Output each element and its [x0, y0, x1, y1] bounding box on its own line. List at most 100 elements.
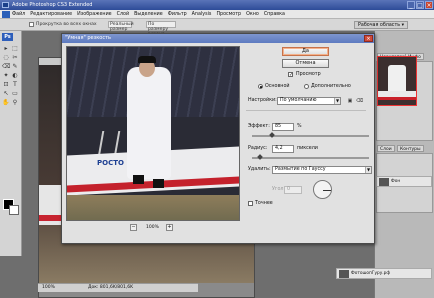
preview-person: [127, 67, 171, 179]
tab-paths[interactable]: Контуры: [397, 145, 424, 152]
tool-icon-8[interactable]: ⊡: [2, 81, 10, 88]
menu-item-1[interactable]: Редактирование: [30, 12, 72, 17]
ok-button[interactable]: Да: [282, 47, 329, 56]
more-accurate-checkbox[interactable]: [248, 201, 253, 206]
menu-item-6[interactable]: Analysis: [192, 12, 212, 17]
preview-label: Просмотр: [296, 72, 321, 77]
mode-basic-label: Основной: [265, 84, 290, 89]
status-doc-size: Док: 801,6K/801,6K: [88, 285, 134, 290]
tools-panel: Ps ▸ ⬚ ◌ ✂ ⌫ ✎ ✦ ◐ ⊡ T ↖ ▭ ✋ ⚲: [0, 31, 22, 256]
angle-dial-icon: [313, 180, 332, 199]
mode-advanced-radio[interactable]: [304, 84, 309, 89]
layer-name: Фон: [391, 179, 401, 184]
radius-unit: пиксели: [297, 146, 318, 151]
layer-row-background[interactable]: Фон: [376, 176, 432, 187]
preview-image[interactable]: РОСТО: [66, 46, 240, 221]
smart-sharpen-dialog: "Умная" резкость × РОСТО − 100% + Да Отм…: [61, 33, 375, 244]
amount-unit: %: [297, 124, 302, 129]
amount-slider-knob[interactable]: [269, 132, 275, 138]
radius-slider-knob[interactable]: [257, 154, 263, 160]
layer-row-watermark[interactable]: ФотошопГуру.рф: [336, 268, 432, 279]
tool-icon-0[interactable]: ▸: [2, 45, 10, 52]
ps-menu-icon[interactable]: [2, 11, 10, 18]
amount-slider[interactable]: [252, 132, 369, 138]
tool-icon-9[interactable]: T: [11, 81, 19, 88]
radius-slider[interactable]: [252, 154, 369, 160]
tool-icon-6[interactable]: ✦: [2, 72, 10, 79]
plane-lettering: РОСТО: [97, 159, 124, 167]
menu-bar: Файл Редактирование Изображение Слой Выделен…: [0, 10, 434, 19]
preview-checkbox[interactable]: ✓: [288, 72, 293, 78]
tool-icon-1[interactable]: ⬚: [11, 45, 19, 52]
close-window-button[interactable]: ×: [425, 1, 433, 9]
dialog-close-button[interactable]: ×: [364, 35, 373, 42]
remove-label: Удалить:: [248, 167, 271, 172]
menu-item-9[interactable]: Справка: [264, 12, 285, 17]
tool-icon-5[interactable]: ✎: [11, 63, 19, 70]
layer-thumbnail: [379, 178, 389, 186]
mode-advanced-label: Дополнительно: [311, 84, 351, 89]
scroll-all-windows-label: Прокрутка во всех окнах: [36, 22, 97, 27]
menu-item-2[interactable]: Изображение: [77, 12, 112, 17]
layer-name-2: ФотошопГуру.рф: [351, 271, 391, 276]
document-status-bar: 100% Док: 801,6K/801,6K: [38, 283, 198, 292]
tool-icon-12[interactable]: ✋: [2, 99, 10, 106]
zoom-out-button[interactable]: −: [130, 224, 137, 231]
zoom-in-button[interactable]: +: [166, 224, 173, 231]
fit-screen-button[interactable]: По размеру экрана: [146, 21, 176, 37]
divider: [246, 110, 366, 111]
menu-item-0[interactable]: Файл: [12, 12, 25, 17]
tool-icon-10[interactable]: ↖: [2, 90, 10, 97]
maximize-button[interactable]: □: [416, 1, 424, 9]
more-accurate-label: Точнее: [255, 201, 273, 206]
preview-ground: [67, 195, 239, 220]
actual-pixels-button[interactable]: Реальный размер: [108, 21, 134, 32]
workspace-menu[interactable]: Рабочая область ▾: [354, 21, 408, 29]
menu-item-5[interactable]: Фильтр: [168, 12, 187, 17]
options-bar: Прокрутка во всех окнах Реальный размер …: [0, 19, 434, 37]
radius-label: Радиус:: [248, 146, 268, 151]
save-settings-icon[interactable]: ▣: [347, 98, 353, 104]
settings-value: По умолчанию: [280, 98, 317, 103]
tab-layers[interactable]: Слои: [377, 145, 395, 152]
settings-label: Настройки:: [248, 98, 277, 103]
menu-item-8[interactable]: Окно: [246, 12, 259, 17]
dialog-title: "Умная" резкость: [62, 34, 374, 43]
app-title: Adobe Photoshop CS3 Extended: [12, 2, 93, 8]
menu-item-3[interactable]: Слой: [117, 12, 129, 17]
status-zoom: 100%: [42, 285, 55, 290]
cancel-button[interactable]: Отмена: [282, 59, 329, 68]
amount-input[interactable]: 85: [272, 123, 294, 131]
thumb-stripe: [378, 97, 416, 100]
ps-badge: Ps: [2, 33, 13, 41]
preview-boot-right: [153, 179, 164, 188]
navigator-thumbnail[interactable]: [377, 56, 417, 106]
photoshop-app-icon: [2, 2, 9, 8]
tool-icon-4[interactable]: ⌫: [2, 63, 10, 70]
remove-value: Размытие по Гауссу: [275, 167, 326, 172]
zoom-value: 100%: [146, 225, 159, 230]
angle-input: 0: [284, 186, 302, 194]
settings-select[interactable]: По умолчанию ▼: [277, 97, 341, 105]
menu-item-4[interactable]: Выделение: [134, 12, 163, 17]
menu-items: Файл Редактирование Изображение Слой Выделен…: [12, 12, 285, 17]
mode-basic-radio[interactable]: [258, 84, 263, 89]
scroll-all-windows-checkbox[interactable]: [29, 22, 34, 27]
preview-boot-left: [133, 175, 144, 184]
radius-input[interactable]: 4,2: [272, 145, 294, 153]
amount-label: Эффект:: [248, 124, 270, 129]
tool-icon-11[interactable]: ▭: [11, 90, 19, 97]
remove-select[interactable]: Размытие по Гауссу ▼: [272, 166, 372, 174]
tool-icon-2[interactable]: ◌: [2, 54, 10, 61]
preview-cap: [138, 56, 156, 63]
tool-icon-13[interactable]: ⚲: [11, 99, 19, 106]
minimize-button[interactable]: _: [407, 1, 415, 9]
delete-settings-icon[interactable]: ⌫: [356, 98, 363, 104]
tool-icon-3[interactable]: ✂: [11, 54, 19, 61]
actual-pixels-label: Реальный размер: [110, 22, 134, 32]
chevron-down-icon: ▼: [365, 167, 371, 173]
preview-zoom-row: − 100% +: [66, 223, 240, 232]
tool-icon-7[interactable]: ◐: [11, 72, 19, 79]
background-color-swatch[interactable]: [9, 205, 19, 215]
menu-item-7[interactable]: Просмотр: [216, 12, 241, 17]
